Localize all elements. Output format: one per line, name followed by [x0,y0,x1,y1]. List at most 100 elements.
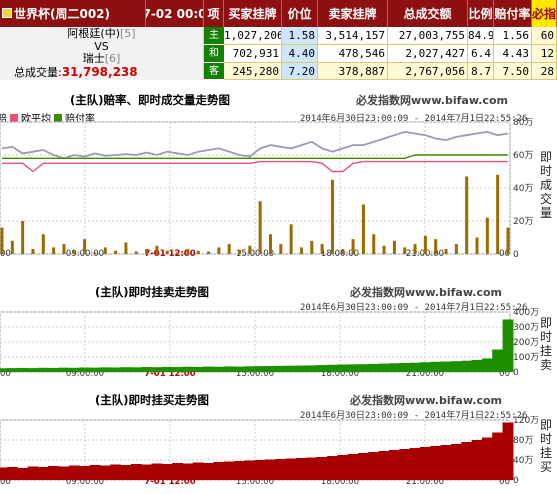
col-index: 必指 [532,0,557,27]
y-tick-label: 80万 [513,436,533,446]
area-bar [182,463,194,480]
volume-bar [238,249,242,254]
area-bar [399,449,411,480]
volume-bar [186,249,190,254]
volume-bar [145,249,149,254]
area-bar [285,365,297,372]
col-sell: 卖家挂牌 [318,0,388,27]
area-bar [316,365,328,372]
area-bar [6,368,18,372]
table-cell: 60 [532,27,557,45]
area-bar [37,467,49,480]
volume-bar [454,244,458,254]
area-bar [296,365,307,372]
area-bar [161,366,173,372]
row-tag-draw: 和 [204,45,224,63]
area-bar [48,466,60,480]
area-bar [378,363,390,372]
area-bar [430,361,442,372]
chart2-svg: 0100万200万300万400万00 09:00:00 7-01 12:00 15:… [0,308,539,379]
area-bar [285,458,297,480]
area-bar [68,367,80,372]
match-time: 07-02 00:00 [146,0,204,27]
table-cell: 7.50 [494,63,532,80]
volume-bar [248,245,252,254]
table-cell: 245,280 [224,63,282,80]
area-bar [182,366,194,372]
area-bar [502,319,514,372]
volume-bar [341,249,345,254]
area-bar [79,466,91,480]
volume-bar [423,235,427,254]
y-tick-label: 300万 [513,323,539,333]
chart3-svg: 040万80万120万00 09:00:00 7-01 12:00 15:00:00 1… [0,416,539,487]
area-bar [192,462,204,480]
y-tick-label: 0 [513,250,519,260]
area-bar [17,468,29,480]
home-rank: [5] [120,27,136,40]
area-bar [110,464,122,480]
area-bar [306,365,318,372]
volume-bar [268,234,272,254]
area-bar [0,467,8,480]
area-bar [368,363,380,372]
area-bar [244,460,256,480]
table-cell: 7.20 [282,63,318,80]
volume-bar [83,239,87,254]
volume-bar [31,249,35,254]
table-cell: 4.40 [282,45,318,63]
volume-bar [299,247,303,254]
volume-bar [310,240,314,254]
area-bar [265,366,276,372]
table-cell: 378,887 [318,63,388,80]
table-cell: 478,546 [318,45,388,63]
volume-bar [62,244,66,254]
chart1-ylabel: 即时成交量 [540,150,553,220]
volume-bar [289,224,293,254]
volume-bar [41,234,45,254]
area-bar [110,367,122,372]
table-cell: 1.56 [494,27,532,45]
area-bar [440,445,452,480]
volume-bar [372,234,376,254]
volume-bar [207,251,211,254]
volume-bar [434,239,438,254]
table-cell: 1,027,206 [224,27,282,45]
table-cell: 2,767,056 [388,63,468,80]
y-tick-label: 200万 [513,338,539,348]
row-tag-away: 客 [204,63,224,80]
match-name: 世界杯(周二002) [14,7,111,21]
chart3-brand: 必发指数网www.bifaw.com [350,394,502,407]
area-bar [172,367,184,372]
area-bar [27,368,39,372]
logo-icon [2,8,12,18]
y-tick-label: 400万 [513,308,539,318]
y-tick-label: 80万 [513,118,533,128]
away-rank: [6] [104,52,121,65]
volume-bar [196,250,200,254]
table-cell: 2,027,427 [388,45,468,63]
volume-bar [227,244,231,254]
chart3-ylabel: 即时挂买 [540,418,553,474]
col-payout: 赔付率 [494,0,532,27]
area-bar [37,367,49,372]
y-tick-label: 120万 [513,416,539,426]
table-cell: 3,514,157 [318,27,388,45]
area-bar [409,448,421,480]
col-item: 项 [204,0,224,27]
area-bar [48,367,60,372]
area-bar [502,422,514,480]
volume-bar [114,250,118,254]
area-bar [6,467,18,480]
area-bar [419,447,431,480]
volume-bar [351,239,355,254]
volume-bar [165,250,169,254]
area-bar [213,366,225,372]
area-bar [368,452,380,480]
area-bar [265,459,276,480]
area-bar [357,453,369,480]
area-bar [337,364,349,372]
table-cell: 4.43 [494,45,532,63]
area-bar [316,457,328,480]
area-bar [244,366,256,372]
